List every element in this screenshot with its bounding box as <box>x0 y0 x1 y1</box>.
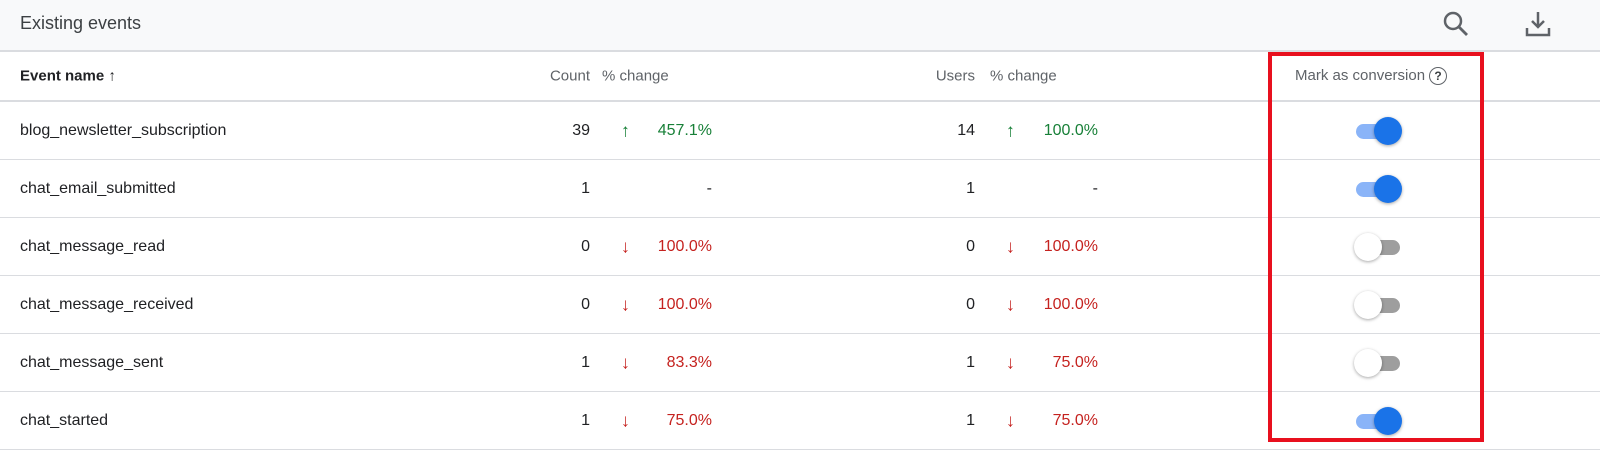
users-value: 1 <box>966 353 975 371</box>
table-row: chat_email_submitted 1 - 1 - <box>0 160 1600 218</box>
count-value: 1 <box>581 179 590 197</box>
arrow-down-icon: ↓ <box>1006 352 1015 372</box>
users-change: 100.0% <box>1043 237 1098 255</box>
count-change: 100.0% <box>657 295 712 313</box>
column-count-change[interactable]: % change <box>602 68 669 85</box>
toggle-knob <box>1354 348 1382 377</box>
users-value: 1 <box>966 411 975 429</box>
count-change: 75.0% <box>666 411 712 429</box>
count-change: 100.0% <box>657 237 712 255</box>
users-change: 100.0% <box>1043 295 1098 313</box>
count-change: 457.1% <box>657 121 712 139</box>
column-users-change[interactable]: % change <box>990 68 1057 85</box>
arrow-down-icon: ↓ <box>621 236 630 256</box>
help-icon[interactable]: ? <box>1429 67 1448 85</box>
users-value: 0 <box>966 295 975 313</box>
table-row: blog_newsletter_subscription 39 ↑ 457.1%… <box>0 102 1600 160</box>
event-name: chat_message_read <box>20 237 165 255</box>
card-header: Existing events <box>0 0 1600 52</box>
users-value: 14 <box>957 121 975 139</box>
users-value: 1 <box>966 179 975 197</box>
event-name: chat_message_received <box>20 295 194 313</box>
download-icon[interactable] <box>1522 8 1554 40</box>
event-name: chat_email_submitted <box>20 179 176 197</box>
card-title: Existing events <box>20 13 142 33</box>
arrow-down-icon: ↓ <box>621 352 630 372</box>
count-value: 0 <box>581 237 590 255</box>
conversion-toggle[interactable] <box>1354 348 1402 378</box>
toggle-knob <box>1354 232 1382 261</box>
count-value: 1 <box>581 353 590 371</box>
arrow-down-icon: ↓ <box>621 294 630 314</box>
arrow-down-icon: ↓ <box>1006 294 1015 314</box>
toggle-knob <box>1374 406 1402 435</box>
table-row: chat_message_read 0 ↓ 100.0% 0 ↓ 100.0% <box>0 218 1600 276</box>
count-value: 1 <box>581 411 590 429</box>
search-icon[interactable] <box>1440 8 1472 40</box>
arrow-down-icon: ↓ <box>1006 410 1015 430</box>
arrow-down-icon: ↓ <box>621 410 630 430</box>
users-value: 0 <box>966 237 975 255</box>
column-users[interactable]: Users <box>936 68 975 85</box>
toggle-knob <box>1374 174 1402 203</box>
table-header: Event name ↑ Count % change Users % chan… <box>0 52 1600 102</box>
table-row: chat_message_received 0 ↓ 100.0% 0 ↓ 100… <box>0 276 1600 334</box>
conversion-toggle[interactable] <box>1354 116 1402 146</box>
event-name: blog_newsletter_subscription <box>20 121 227 139</box>
column-event-name[interactable]: Event name ↑ <box>20 68 116 85</box>
arrow-up-icon: ↑ <box>1006 120 1015 140</box>
conversion-toggle[interactable] <box>1354 406 1402 436</box>
count-value: 39 <box>572 121 590 139</box>
arrow-up-icon: ↑ <box>621 120 630 140</box>
arrow-down-icon: ↓ <box>1006 236 1015 256</box>
count-value: 0 <box>581 295 590 313</box>
conversion-toggle[interactable] <box>1354 174 1402 204</box>
users-change: - <box>1092 179 1098 197</box>
toggle-knob <box>1354 290 1382 319</box>
users-change: 75.0% <box>1052 353 1098 371</box>
table-row: chat_started 1 ↓ 75.0% 1 ↓ 75.0% <box>0 392 1600 450</box>
table-row: chat_message_sent 1 ↓ 83.3% 1 ↓ 75.0% <box>0 334 1600 392</box>
event-name: chat_message_sent <box>20 353 164 371</box>
conversion-toggle[interactable] <box>1354 232 1402 262</box>
toggle-knob <box>1374 116 1402 145</box>
column-count[interactable]: Count <box>550 68 590 85</box>
event-name: chat_started <box>20 411 109 429</box>
count-change: 83.3% <box>666 353 712 371</box>
column-label: Mark as conversion <box>1295 67 1426 84</box>
count-change: - <box>706 179 712 197</box>
conversion-toggle[interactable] <box>1354 290 1402 320</box>
users-change: 100.0% <box>1043 121 1098 139</box>
users-change: 75.0% <box>1052 411 1098 429</box>
column-mark-as-conversion: Mark as conversion? <box>1295 67 1448 85</box>
